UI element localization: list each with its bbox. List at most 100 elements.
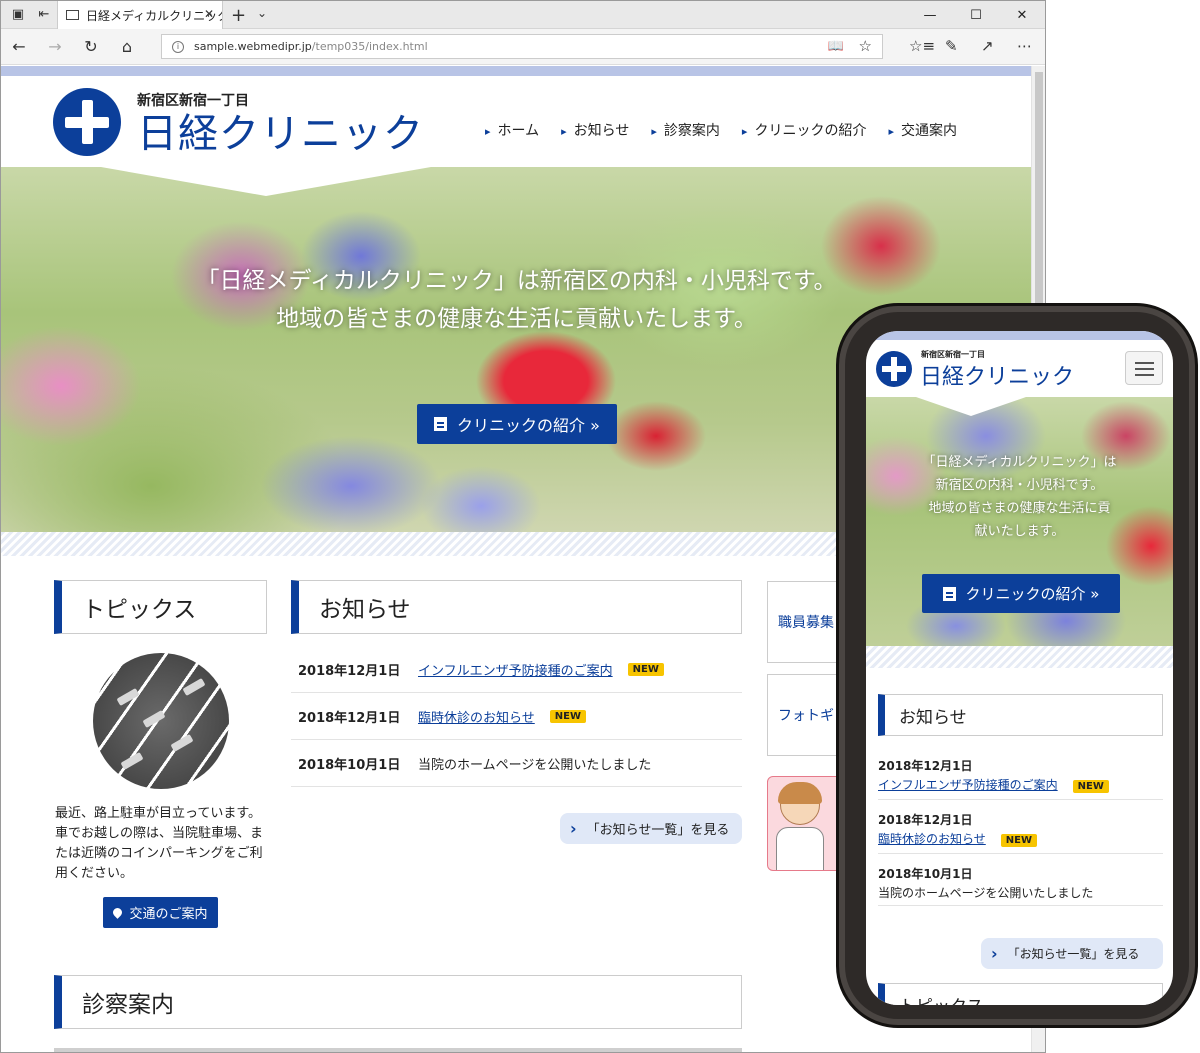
mobile-hero-line: 「日経メディカルクリニック」は: [922, 455, 1117, 470]
parking-lot-image: [93, 653, 229, 789]
news-date: 2018年12月1日: [298, 663, 401, 679]
logo-title: 日経クリニック: [137, 111, 424, 157]
nav-news[interactable]: お知らせ: [561, 120, 630, 140]
back-icon[interactable]: ←: [1, 37, 37, 56]
news-date: 2018年10月1日: [298, 757, 401, 773]
tab-preview-icon[interactable]: ▣: [9, 6, 27, 24]
pen-icon[interactable]: ✎: [945, 37, 958, 55]
close-window-icon[interactable]: ✕: [999, 1, 1045, 29]
services-heading: 診察案内: [54, 975, 742, 1029]
url-host: sample.webmedipr.jp: [194, 40, 312, 53]
reading-view-icon[interactable]: 📖: [828, 39, 844, 54]
tab-title: 日経メディカルクリニック: [86, 8, 223, 23]
mobile-hatched-divider: [866, 646, 1173, 668]
close-tab-icon[interactable]: ✕: [204, 7, 214, 21]
smartphone-frame: 新宿区新宿一丁目 日経クリニック 「日経メディカルクリニック」は 新宿区の内科・…: [836, 303, 1198, 1028]
news-title: 当院のホームページを公開いたしました: [878, 886, 1094, 900]
nav-home[interactable]: ホーム: [485, 120, 540, 140]
news-date: 2018年10月1日: [878, 867, 973, 881]
mobile-logo-title[interactable]: 日経クリニック: [920, 359, 1074, 391]
logo-subtitle: 新宿区新宿一丁目: [137, 93, 249, 109]
cross-logo-icon: [53, 88, 121, 156]
mobile-news-row: 2018年10月1日 当院のホームページを公開いたしました: [878, 864, 1163, 906]
nav-access[interactable]: 交通案内: [888, 120, 957, 140]
minimize-icon[interactable]: —: [907, 1, 953, 29]
news-more-button[interactable]: 「お知らせ一覧」を見る: [560, 813, 742, 844]
mobile-hero-banner: 「日経メディカルクリニック」は 新宿区の内科・小児科です。 地域の皆さまの健康な…: [866, 396, 1173, 646]
forward-icon[interactable]: →: [37, 37, 73, 56]
top-accent-strip: [1, 66, 1032, 76]
new-badge: NEW: [549, 709, 586, 723]
news-link[interactable]: 臨時休診のお知らせ: [418, 707, 535, 726]
refresh-icon[interactable]: ↻: [73, 37, 109, 56]
recruit-banner[interactable]: 職員募集: [767, 581, 847, 663]
news-link[interactable]: インフルエンザ予防接種のご案内: [878, 778, 1058, 792]
mobile-news-row: 2018年12月1日 臨時休診のお知らせ NEW: [878, 810, 1163, 854]
news-row: 2018年12月1日 臨時休診のお知らせ NEW: [291, 693, 742, 740]
address-bar[interactable]: i sample.webmedipr.jp/temp035/index.html…: [161, 34, 883, 59]
news-date: 2018年12月1日: [878, 813, 973, 827]
set-aside-tabs-icon[interactable]: ⇤: [35, 6, 53, 24]
access-button-label: 交通のご案内: [129, 907, 208, 922]
tab-list-chevron-icon[interactable]: ⌄: [257, 6, 267, 20]
nav-services[interactable]: 診察案内: [651, 120, 720, 140]
clinic-intro-button[interactable]: クリニックの紹介 »: [417, 404, 617, 444]
tab-bar: ▣ ⇤ 日経メディカルクリニック ✕ + ⌄ — ☐ ✕: [1, 1, 1045, 29]
favorite-star-icon[interactable]: ☆: [859, 37, 872, 55]
news-link[interactable]: 臨時休診のお知らせ: [878, 832, 986, 846]
home-icon[interactable]: ⌂: [109, 37, 145, 56]
browser-tab[interactable]: 日経メディカルクリニック ✕: [57, 1, 223, 29]
topics-text: 最近、路上駐車が目立っています。車でお越しの際は、当院駐車場、または近隣のコイン…: [55, 806, 264, 881]
nurse-illustration-banner[interactable]: [767, 776, 847, 871]
news-date: 2018年12月1日: [298, 710, 401, 726]
nav-clinic-intro[interactable]: クリニックの紹介: [742, 120, 866, 140]
news-row: 2018年10月1日 当院のホームページを公開いたしました: [291, 740, 742, 787]
news-date: 2018年12月1日: [878, 759, 973, 773]
mobile-news-more-button[interactable]: 「お知らせ一覧」を見る: [981, 938, 1163, 969]
mobile-topics-heading: トピックス: [878, 983, 1163, 1005]
photo-gallery-banner[interactable]: フォトギ: [767, 674, 847, 756]
topics-heading: トピックス: [54, 580, 267, 634]
section-bar: [54, 1048, 742, 1052]
access-button[interactable]: 交通のご案内: [103, 897, 218, 928]
building-icon: [434, 417, 448, 431]
share-icon[interactable]: ↗: [981, 37, 994, 55]
mobile-hero-line: 献いたします。: [974, 524, 1065, 539]
site-logo[interactable]: 新宿区新宿一丁目 日経クリニック: [53, 88, 424, 156]
mobile-hero-line: 地域の皆さまの健康な生活に貢: [928, 501, 1111, 516]
mobile-cross-logo-icon[interactable]: [876, 351, 912, 387]
news-heading: お知らせ: [291, 580, 742, 634]
mobile-notch-shape: [866, 396, 1173, 416]
address-toolbar: ← → ↻ ⌂ i sample.webmedipr.jp/temp035/in…: [1, 29, 1045, 65]
map-pin-icon: [111, 906, 125, 919]
building-icon: [942, 586, 956, 601]
mobile-header: 新宿区新宿一丁目 日経クリニック: [866, 340, 1173, 396]
hamburger-menu-icon[interactable]: [1125, 351, 1163, 385]
site-header: 新宿区新宿一丁目 日経クリニック ホーム お知らせ 診察案内 クリニックの紹介 …: [1, 76, 1032, 166]
news-link[interactable]: インフルエンザ予防接種のご案内: [418, 660, 613, 679]
new-badge: NEW: [627, 662, 664, 676]
mobile-clinic-intro-label: クリニックの紹介 »: [965, 585, 1100, 603]
new-badge: NEW: [1000, 834, 1037, 847]
mobile-news-row: 2018年12月1日 インフルエンザ予防接種のご案内 NEW: [878, 756, 1163, 800]
page-favicon-icon: [66, 10, 79, 20]
mobile-hero-text: 「日経メディカルクリニック」は 新宿区の内科・小児科です。 地域の皆さまの健康な…: [866, 451, 1173, 543]
global-nav: ホーム お知らせ 診察案内 クリニックの紹介 交通案内: [485, 120, 957, 140]
new-tab-icon[interactable]: +: [231, 5, 246, 26]
mobile-screen: 新宿区新宿一丁目 日経クリニック 「日経メディカルクリニック」は 新宿区の内科・…: [866, 331, 1173, 1005]
mobile-accent-strip: [866, 331, 1173, 340]
more-menu-icon[interactable]: ⋯: [1017, 37, 1032, 55]
news-title: 当院のホームページを公開いたしました: [418, 757, 652, 773]
mobile-hero-line: 新宿区の内科・小児科です。: [935, 478, 1104, 493]
favorites-list-icon[interactable]: ☆≡: [909, 37, 935, 55]
news-row: 2018年12月1日 インフルエンザ予防接種のご案内 NEW: [291, 646, 742, 693]
url-path: /temp035/index.html: [311, 40, 428, 53]
mobile-news-heading: お知らせ: [878, 694, 1163, 736]
mobile-clinic-intro-button[interactable]: クリニックの紹介 »: [922, 574, 1120, 613]
clinic-intro-button-label: クリニックの紹介 »: [457, 416, 600, 435]
header-notch-shape: [1, 166, 1032, 196]
hero-text-line1: 「日経メディカルクリニック」は新宿区の内科・小児科です。: [196, 268, 837, 294]
scrollbar-thumb[interactable]: [1035, 72, 1043, 322]
site-info-icon[interactable]: i: [172, 40, 184, 53]
maximize-icon[interactable]: ☐: [953, 1, 999, 29]
